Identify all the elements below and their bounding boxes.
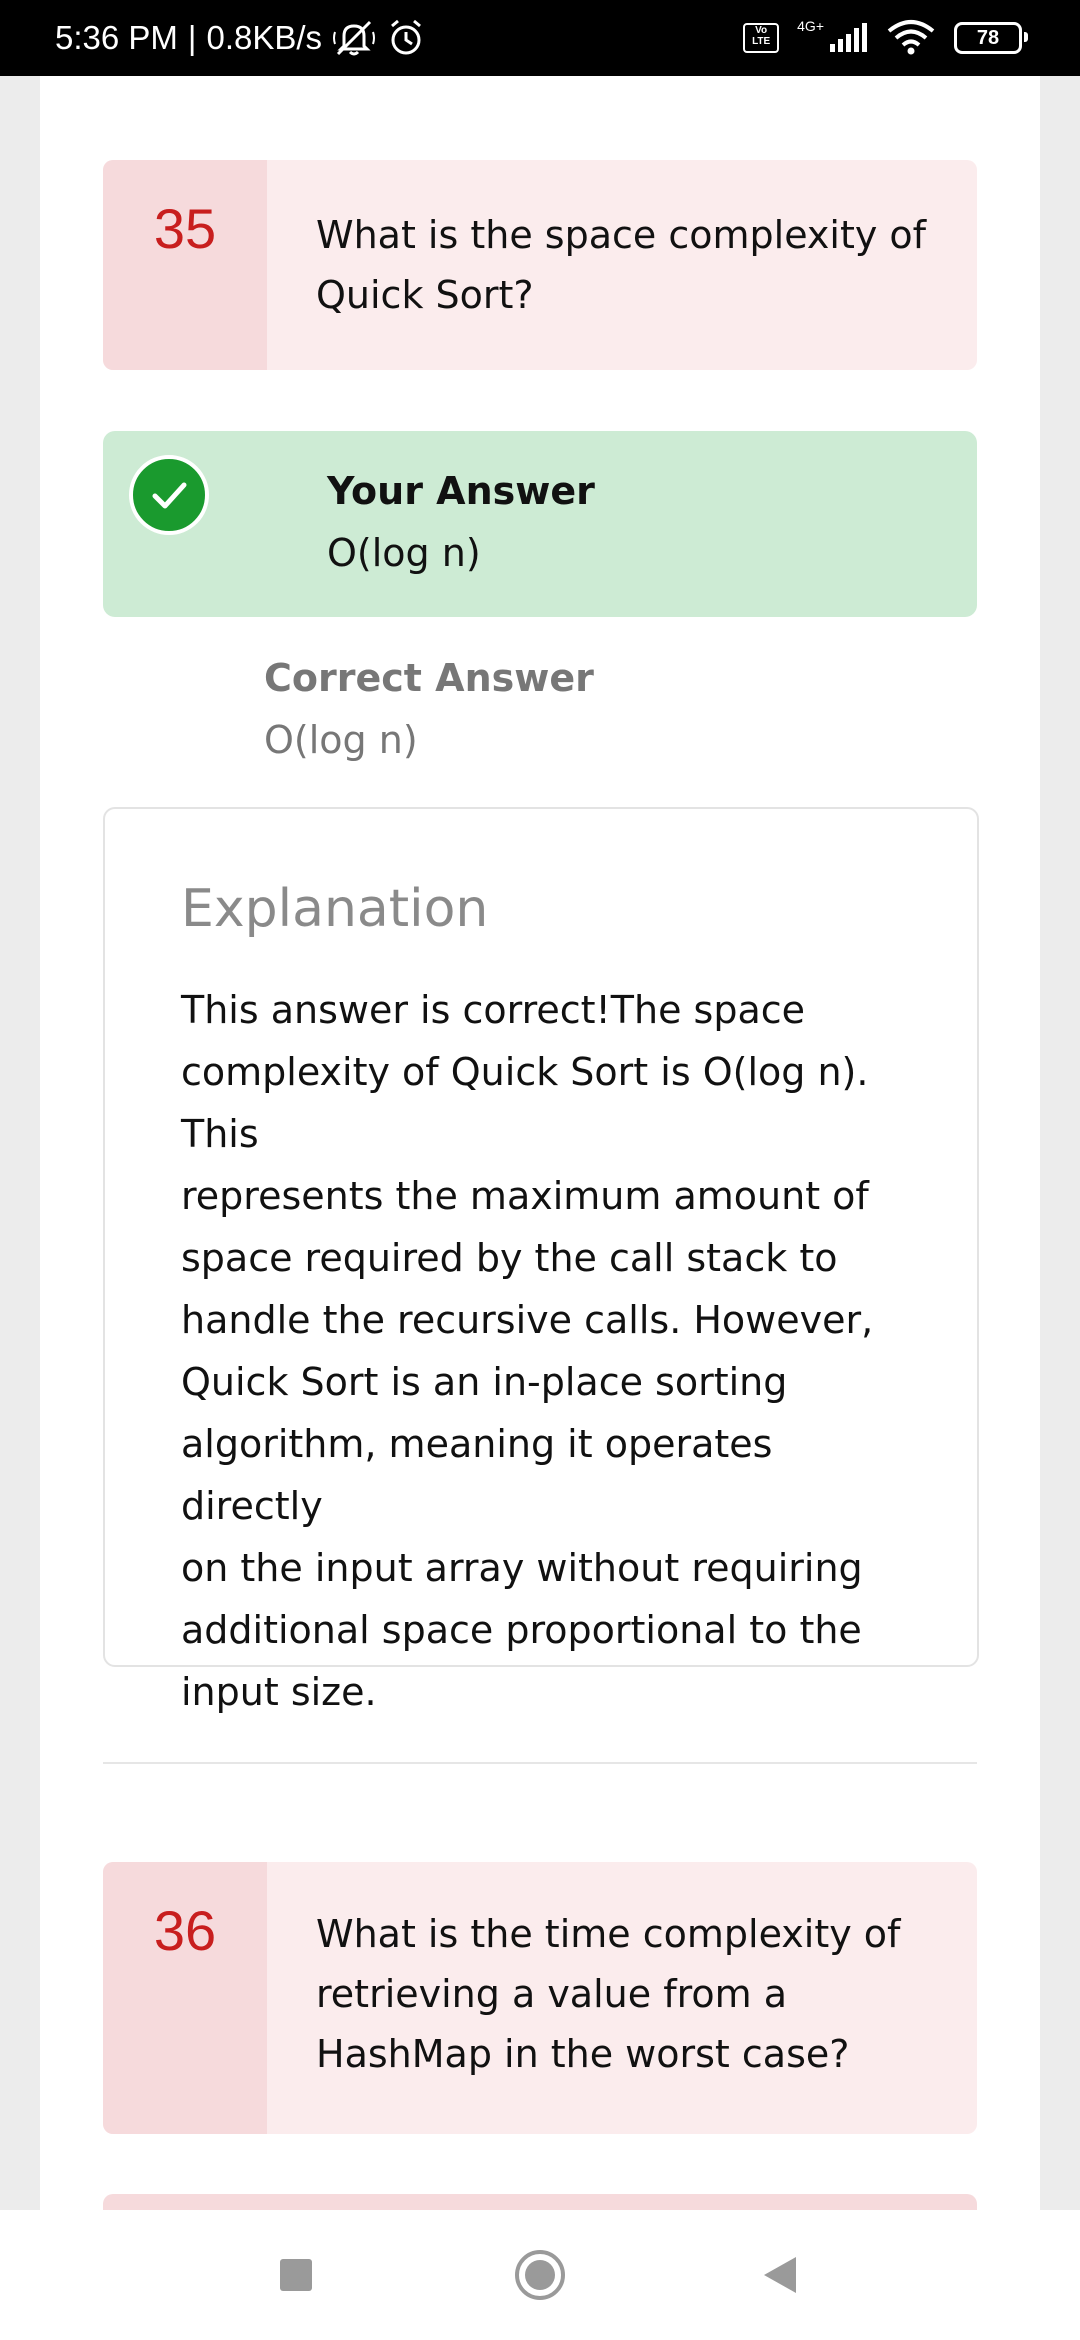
status-speed: 0.8KB/s (206, 19, 323, 56)
question-text-line: Quick Sort? (316, 273, 534, 317)
question-number-panel: 36 (103, 1862, 267, 2134)
back-button[interactable] (740, 2210, 820, 2340)
explanation-line: on the input array without requiring (181, 1546, 863, 1590)
explanation-line: complexity of Quick Sort is O(log n). Th… (181, 1050, 869, 1156)
question-number-panel: 35 (103, 160, 267, 370)
explanation-line: This answer is correct!The space (181, 988, 806, 1032)
question-number: 35 (153, 197, 217, 260)
question-text-line: What is the space complexity of (316, 213, 927, 257)
alarm-icon (391, 19, 422, 55)
status-left: 5:36 PM | 0.8KB/s (55, 0, 426, 76)
navigation-bar (0, 2210, 1080, 2340)
question-text-line: HashMap in the worst case? (316, 2032, 850, 2076)
your-answer-label: Your Answer (327, 469, 595, 513)
home-circle-icon (515, 2250, 565, 2300)
question-card-35: 35 What is the space complexity of Quick… (103, 160, 977, 370)
section-divider (103, 1762, 977, 1764)
question-card-36: 36 What is the time complexity of retrie… (103, 1862, 977, 2134)
explanation-line: handle the recursive calls. However, (181, 1298, 874, 1342)
recents-button[interactable] (256, 2210, 336, 2340)
explanation-line: space required by the call stack to (181, 1236, 838, 1280)
status-time: 5:36 PM (55, 19, 178, 56)
explanation-line: algorithm, meaning it operates directly (181, 1422, 773, 1528)
explanation-line: additional space proportional to the (181, 1608, 862, 1652)
correct-answer-value: O(log n) (264, 718, 418, 762)
explanation-title: Explanation (181, 879, 489, 939)
your-answer-box: Your Answer O(log n) (103, 431, 977, 617)
explanation-line: input size. (181, 1670, 377, 1714)
status-separator: | (187, 19, 197, 56)
question-text: What is the time complexity of retrievin… (316, 1904, 937, 2084)
status-bar: 5:36 PM | 0.8KB/s Vo LTE 4G+ 78 (0, 0, 1080, 76)
status-right: Vo LTE 4G+ 78 (743, 0, 1028, 76)
question-text-line: retrieving a value from a (316, 1972, 787, 2016)
recents-square-icon (280, 2259, 312, 2291)
correct-answer-label: Correct Answer (264, 656, 594, 700)
home-button[interactable] (500, 2210, 580, 2340)
question-text-line: What is the time complexity of (316, 1912, 901, 1956)
explanation-card: Explanation This answer is correct!The s… (103, 807, 979, 1714)
network-type: 4G+ (797, 18, 824, 34)
results-page: 35 What is the space complexity of Quick… (40, 76, 1040, 2234)
explanation-line: Quick Sort is an in-place sorting (181, 1360, 788, 1404)
signal-icon (830, 23, 867, 52)
explanation-line: represents the maximum amount of (181, 1174, 869, 1218)
explanation-text: This answer is correct!The space complex… (181, 979, 921, 1723)
checkmark-icon (129, 455, 209, 535)
your-answer-value: O(log n) (327, 531, 481, 575)
question-text: What is the space complexity of Quick So… (316, 205, 937, 325)
question-number: 36 (153, 1899, 217, 1962)
wifi-icon (887, 20, 935, 55)
mute-icon (333, 20, 376, 56)
battery-icon: 78 (954, 22, 1028, 54)
back-triangle-icon (764, 2257, 796, 2293)
volte-icon: Vo LTE (743, 23, 780, 53)
